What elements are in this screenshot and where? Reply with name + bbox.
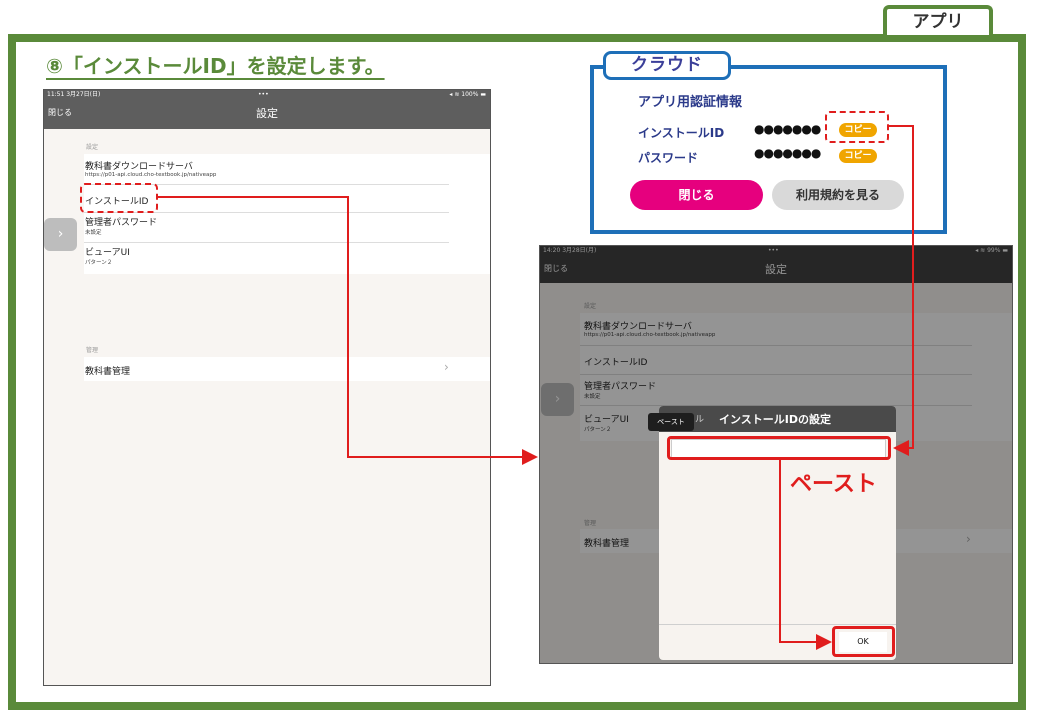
annotation-arrows [158,125,914,650]
arrow-input-to-ok [779,460,832,650]
arrow-install-id-to-dialog [158,196,538,465]
arrow-copy-to-input [889,125,914,456]
